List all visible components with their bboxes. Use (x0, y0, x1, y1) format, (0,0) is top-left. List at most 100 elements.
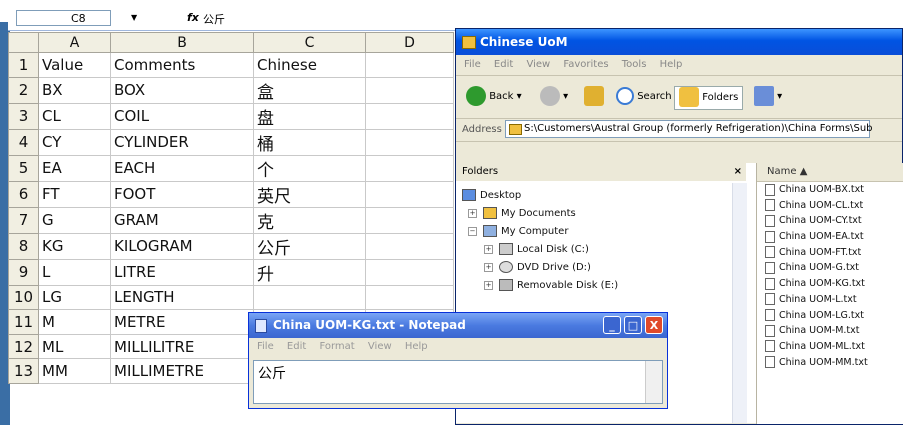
tree-item-desktop[interactable]: Desktop (462, 187, 618, 205)
list-item[interactable]: China UOM-BX.txt (757, 182, 903, 198)
cell[interactable]: CYLINDER (110, 128, 254, 156)
list-item[interactable]: China UOM-MM.txt (757, 355, 903, 371)
cell[interactable]: Chinese (253, 52, 366, 78)
cell[interactable]: Comments (110, 52, 254, 78)
forward-button[interactable]: ▾ (540, 86, 568, 108)
row-header[interactable]: 6 (8, 180, 39, 208)
cell[interactable]: KG (38, 232, 111, 260)
cell[interactable]: LG (38, 284, 111, 311)
folders-scrollbar[interactable] (732, 183, 747, 423)
cell[interactable]: 盒 (253, 76, 366, 104)
menu-tools[interactable]: Tools (622, 59, 647, 70)
explorer-title-bar[interactable]: Chinese UoM (456, 29, 902, 55)
menu-file[interactable]: File (464, 59, 481, 70)
column-header-c[interactable]: C (253, 32, 366, 53)
cell[interactable] (365, 128, 454, 156)
list-item[interactable]: China UOM-EA.txt (757, 229, 903, 245)
name-box-dropdown-icon[interactable]: ▼ (131, 13, 137, 22)
cell[interactable] (365, 284, 454, 311)
back-button[interactable]: Back ▾ (466, 86, 522, 108)
list-item[interactable]: China UOM-CL.txt (757, 198, 903, 214)
search-button[interactable]: Search (616, 86, 672, 108)
name-box[interactable]: C8 (16, 10, 111, 26)
cell[interactable]: METRE (110, 309, 254, 335)
cell[interactable]: ML (38, 333, 111, 360)
cell[interactable]: FT (38, 180, 111, 208)
row-header[interactable]: 4 (8, 128, 39, 156)
cell[interactable]: BX (38, 76, 111, 104)
list-item[interactable]: China UOM-KG.txt (757, 276, 903, 292)
folders-button[interactable]: Folders (674, 86, 744, 110)
expand-icon[interactable]: + (484, 280, 493, 290)
expand-icon[interactable]: + (484, 262, 493, 272)
cell[interactable]: FOOT (110, 180, 254, 208)
cell[interactable] (365, 76, 454, 104)
cell[interactable]: 英尺 (253, 180, 366, 208)
cell[interactable]: CL (38, 102, 111, 130)
cell[interactable]: MILLIMETRE (110, 358, 254, 384)
menu-help[interactable]: Help (405, 341, 428, 352)
list-item[interactable]: China UOM-FT.txt (757, 245, 903, 261)
menu-favorites[interactable]: Favorites (563, 59, 608, 70)
menu-view[interactable]: View (368, 341, 392, 352)
formula-value[interactable]: 公斤 (203, 11, 225, 27)
row-header[interactable]: 13 (8, 358, 39, 384)
column-header-b[interactable]: B (110, 32, 254, 53)
maximize-button[interactable]: □ (624, 316, 642, 334)
row-header[interactable]: 11 (8, 309, 39, 335)
expand-icon[interactable]: + (484, 244, 493, 254)
list-item[interactable]: China UOM-ML.txt (757, 339, 903, 355)
cell[interactable]: 克 (253, 206, 366, 234)
cell[interactable]: COIL (110, 102, 254, 130)
fx-icon[interactable]: fx (187, 11, 199, 24)
close-button[interactable]: X (645, 316, 663, 334)
cell[interactable]: EACH (110, 154, 254, 182)
select-all-corner[interactable] (8, 32, 39, 53)
row-header[interactable]: 2 (8, 76, 39, 104)
cell[interactable]: 盘 (253, 102, 366, 130)
tree-item-removable-disk[interactable]: + Removable Disk (E:) (462, 277, 618, 295)
list-item[interactable]: China UOM-M.txt (757, 323, 903, 339)
list-item[interactable]: China UOM-L.txt (757, 292, 903, 308)
cell[interactable]: 桶 (253, 128, 366, 156)
cell[interactable]: LITRE (110, 258, 254, 286)
up-folder-button[interactable] (584, 86, 604, 108)
row-header[interactable]: 12 (8, 333, 39, 360)
cell[interactable]: BOX (110, 76, 254, 104)
address-field[interactable]: S:\Customers\Austral Group (formerly Ref… (505, 120, 873, 138)
cell-selected[interactable]: 公斤 (253, 232, 366, 260)
row-header[interactable]: 8 (8, 232, 39, 260)
tree-item-local-disk[interactable]: + Local Disk (C:) (462, 241, 618, 259)
cell[interactable]: CY (38, 128, 111, 156)
tree-item-my-computer[interactable]: − My Computer (462, 223, 618, 241)
cell[interactable]: EA (38, 154, 111, 182)
cell[interactable]: LENGTH (110, 284, 254, 311)
cell[interactable] (365, 180, 454, 208)
column-header-a[interactable]: A (38, 32, 111, 53)
notepad-text-area[interactable]: 公斤 (253, 360, 663, 404)
cell[interactable] (365, 206, 454, 234)
notepad-scrollbar[interactable] (645, 361, 662, 403)
expand-icon[interactable]: + (468, 208, 477, 218)
cell[interactable] (365, 154, 454, 182)
menu-format[interactable]: Format (319, 341, 354, 352)
cell[interactable]: M (38, 309, 111, 335)
collapse-icon[interactable]: − (468, 226, 477, 236)
tree-item-my-documents[interactable]: + My Documents (462, 205, 618, 223)
cell[interactable] (365, 52, 454, 78)
name-column-header[interactable]: Name ▲ (757, 163, 903, 182)
tree-item-dvd-drive[interactable]: + DVD Drive (D:) (462, 259, 618, 277)
list-item[interactable]: China UOM-G.txt (757, 260, 903, 276)
menu-edit[interactable]: Edit (287, 341, 306, 352)
notepad-title-bar[interactable]: China UOM-KG.txt - Notepad _ □ X (249, 313, 667, 338)
cell[interactable] (253, 284, 366, 311)
row-header[interactable]: 7 (8, 206, 39, 234)
cell[interactable]: GRAM (110, 206, 254, 234)
menu-file[interactable]: File (257, 341, 274, 352)
row-header[interactable]: 1 (8, 52, 39, 78)
cell[interactable]: L (38, 258, 111, 286)
cell[interactable] (365, 102, 454, 130)
menu-view[interactable]: View (526, 59, 550, 70)
row-header[interactable]: 9 (8, 258, 39, 286)
cell[interactable]: G (38, 206, 111, 234)
